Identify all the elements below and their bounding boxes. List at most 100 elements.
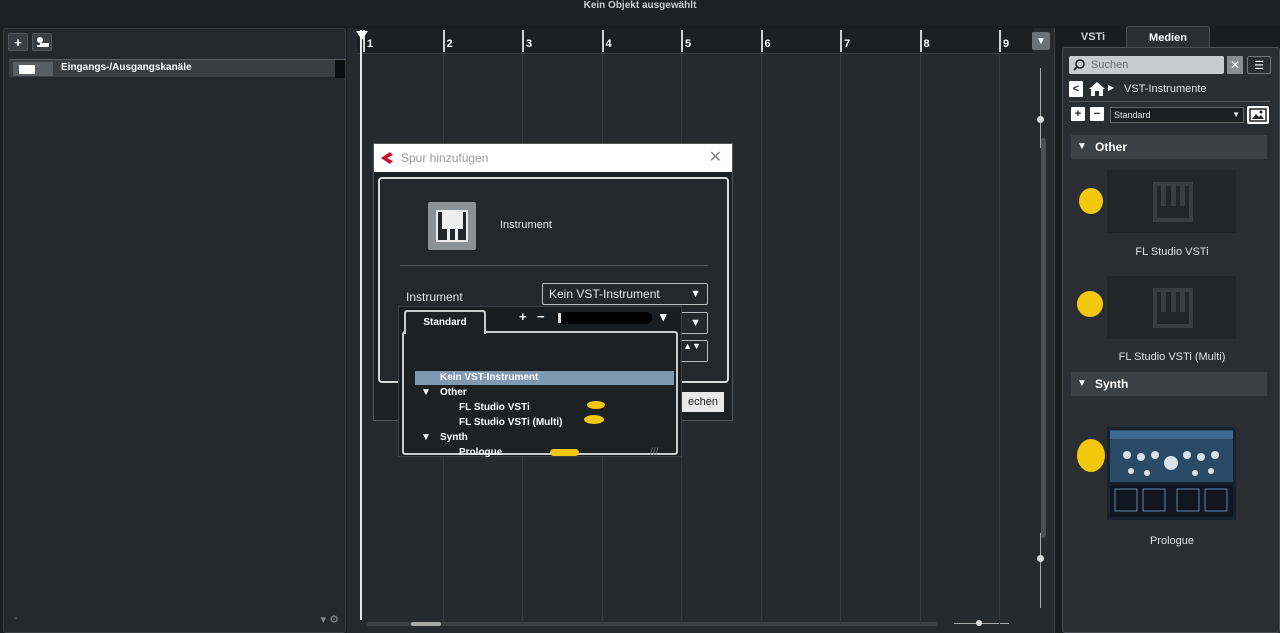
- track-row[interactable]: Eingangs-/Ausgangskanäle: [9, 59, 345, 78]
- section-synth[interactable]: ▼ Synth: [1071, 372, 1267, 396]
- track-color-strip: [335, 60, 345, 78]
- ruler[interactable]: 123456789: [357, 28, 1034, 54]
- bar-number: 6: [764, 38, 771, 50]
- search-placeholder: Suchen: [1091, 59, 1129, 71]
- add-track-button[interactable]: +: [8, 33, 28, 51]
- window-title: Kein Objekt ausgewählt: [583, 0, 697, 11]
- bar-number: 8: [923, 38, 930, 50]
- breadcrumb-arrow-icon: ▶: [1108, 83, 1115, 92]
- yellow-annotation: [587, 401, 605, 409]
- instrument-picker-popup: Standard + − ▾ Kein VST-Instrument ▼ Oth…: [398, 306, 682, 458]
- yellow-annotation: [1077, 439, 1105, 472]
- section-title: Synth: [1095, 377, 1129, 391]
- grid-line: [999, 54, 1000, 624]
- bar-number: 2: [446, 38, 453, 50]
- add-preset-button[interactable]: +: [1071, 107, 1085, 121]
- grid-line: [760, 54, 762, 624]
- piano-icon: [1153, 288, 1193, 328]
- preset-select[interactable]: Standard ▼: [1110, 107, 1244, 123]
- dialog-titlebar[interactable]: Spur hinzufügen ✕: [374, 144, 732, 172]
- piano-icon: [1153, 182, 1193, 222]
- plugin-thumbnail[interactable]: [1107, 170, 1236, 233]
- right-zone: VSTi Medien Suchen ✕ ☰ < ▶ VST-Instrumen…: [1062, 26, 1280, 633]
- track-type-label: Instrument: [500, 219, 552, 231]
- add-track-options-button[interactable]: [32, 33, 52, 51]
- horizontal-scrollbar[interactable]: [367, 622, 937, 626]
- divider: [1069, 101, 1271, 102]
- plugin-name[interactable]: FL Studio VSTi (Multi): [1063, 351, 1280, 363]
- bar-tick: [601, 30, 604, 52]
- instrument-tree: Kein VST-Instrument ▼ Other FL Studio VS…: [402, 331, 678, 458]
- list-view-button[interactable]: ☰: [1247, 56, 1271, 74]
- instrument-select[interactable]: Kein VST-Instrument ▼: [542, 283, 708, 305]
- resize-grip[interactable]: ///: [650, 447, 658, 458]
- yellow-annotation: [1079, 188, 1103, 214]
- popup-menu-button[interactable]: ▾: [660, 309, 667, 325]
- yellow-annotation: [550, 449, 579, 456]
- list-item[interactable]: Prologue: [459, 447, 502, 458]
- section-other[interactable]: ▼ Other: [1071, 135, 1267, 159]
- yellow-annotation: [584, 415, 604, 424]
- divider: [400, 265, 708, 266]
- grid-line: [919, 54, 921, 624]
- close-icon[interactable]: ✕: [709, 144, 722, 172]
- tab-medien[interactable]: Medien: [1126, 26, 1210, 48]
- bar-number: 3: [526, 38, 533, 50]
- rightzone-tabs: VSTi Medien: [1062, 26, 1280, 48]
- plugin-name[interactable]: FL Studio VSTi: [1063, 246, 1280, 258]
- instrument-field-label: Instrument: [406, 290, 463, 304]
- grid-line: [840, 54, 841, 624]
- filter-slider[interactable]: [556, 312, 652, 324]
- folder-button[interactable]: [13, 62, 53, 76]
- yellow-annotation: [1077, 291, 1103, 317]
- horizontal-zoom-slider[interactable]: [934, 620, 1024, 627]
- track-height-slider[interactable]: [1036, 533, 1046, 613]
- remove-button[interactable]: −: [537, 309, 545, 324]
- plugin-thumbnail[interactable]: [1107, 427, 1236, 520]
- slider-knob[interactable]: [558, 313, 561, 323]
- playhead-marker[interactable]: [360, 30, 362, 620]
- list-item[interactable]: FL Studio VSTi (Multi): [459, 417, 563, 428]
- chevron-down-icon: ▼: [1232, 110, 1240, 119]
- scroll-thumb[interactable]: [411, 622, 441, 626]
- track-list-panel: + Eingangs-/Ausgangskanäle - ▾ ⚙: [3, 28, 346, 633]
- tree-toggle-icon[interactable]: ▼: [421, 432, 431, 443]
- ruler-options-button[interactable]: ▼: [1032, 32, 1050, 50]
- zoom-knob[interactable]: [1037, 116, 1044, 123]
- search-input[interactable]: Suchen: [1069, 56, 1224, 74]
- left-bottom-controls[interactable]: ▾ ⚙: [321, 613, 339, 626]
- plugin-thumbnail[interactable]: [1107, 276, 1236, 339]
- bar-tick: [522, 30, 524, 52]
- tree-toggle-icon[interactable]: ▼: [421, 387, 431, 398]
- home-icon[interactable]: [1089, 82, 1105, 96]
- zoom-knob[interactable]: [1037, 555, 1044, 562]
- image-view-button[interactable]: [1247, 106, 1269, 124]
- vertical-scrollbar[interactable]: [1041, 138, 1046, 538]
- list-item[interactable]: Other: [440, 387, 467, 398]
- back-button[interactable]: <: [1069, 81, 1083, 97]
- search-icon: [1073, 59, 1085, 71]
- plugin-name[interactable]: Prologue: [1063, 535, 1280, 547]
- clear-search-button[interactable]: ✕: [1227, 56, 1243, 74]
- left-locator-icon[interactable]: [356, 31, 368, 41]
- bar-tick: [840, 30, 842, 52]
- bar-tick: [919, 30, 922, 52]
- section-title: Other: [1095, 140, 1128, 154]
- add-button[interactable]: +: [519, 309, 527, 324]
- list-item[interactable]: FL Studio VSTi: [459, 402, 530, 413]
- list-item[interactable]: Kein VST-Instrument: [440, 372, 538, 383]
- tab-standard[interactable]: Standard: [404, 310, 486, 334]
- bar-number: 5: [685, 38, 692, 50]
- piano-icon: [436, 210, 468, 242]
- bar-tick: [760, 30, 763, 52]
- list-item[interactable]: Synth: [440, 432, 468, 443]
- collapse-icon: ▼: [1077, 378, 1087, 389]
- remove-preset-button[interactable]: −: [1090, 107, 1104, 121]
- bar-tick: [999, 30, 1001, 52]
- track-name: Eingangs-/Ausgangskanäle: [61, 62, 192, 73]
- instrument-track-icon[interactable]: [428, 202, 476, 250]
- zoom-knob[interactable]: [976, 620, 982, 626]
- synth-panel-image: [1107, 427, 1236, 520]
- breadcrumb-current[interactable]: VST-Instrumente: [1124, 83, 1207, 95]
- tab-vsti[interactable]: VSTi: [1068, 26, 1118, 48]
